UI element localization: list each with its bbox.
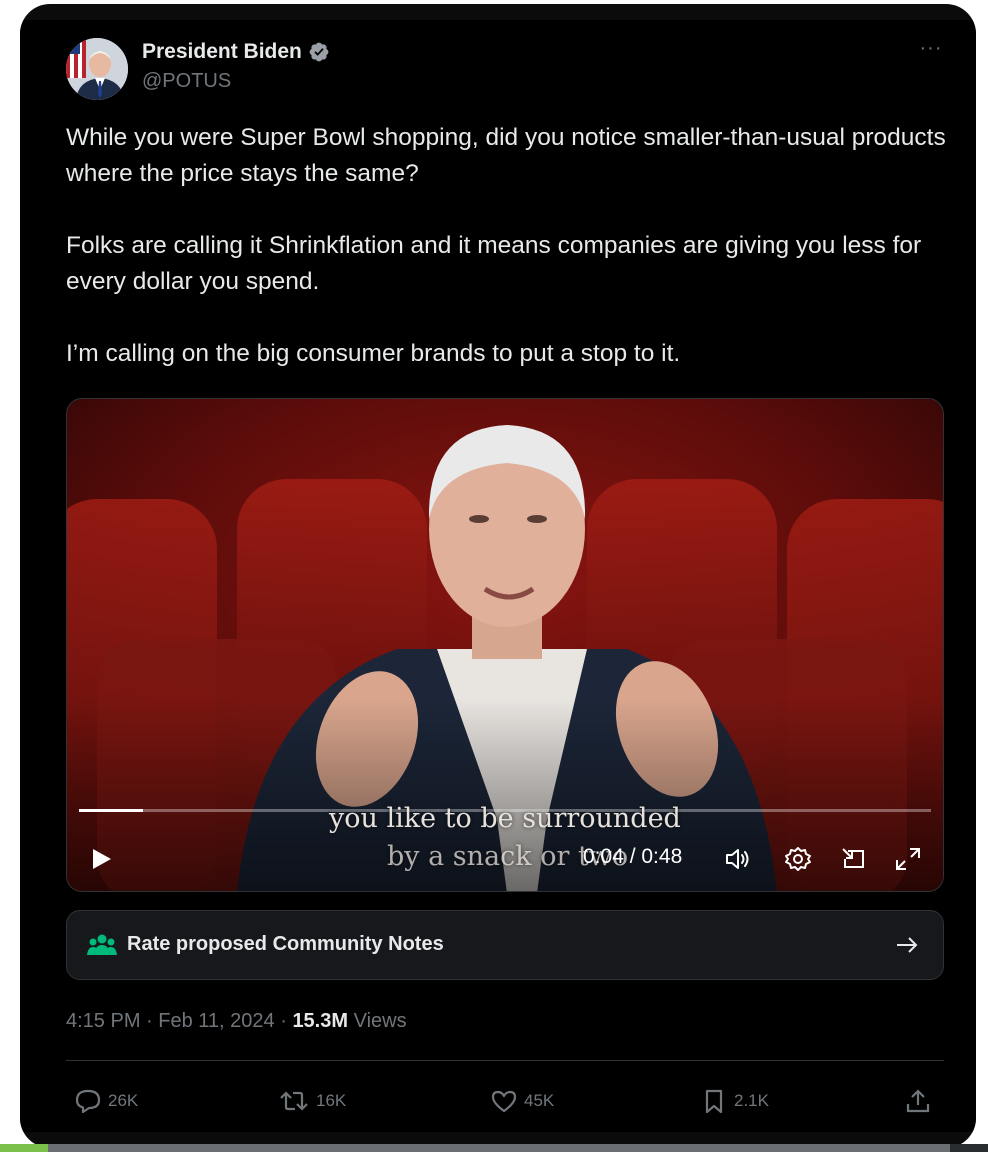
meta-separator: ·	[146, 1010, 159, 1032]
video-player[interactable]: you like to be surrounded by a snack or …	[66, 398, 944, 892]
divider	[66, 1060, 944, 1061]
views-label: Views	[353, 1010, 407, 1032]
author-name[interactable]: President Biden	[142, 40, 302, 64]
avatar-photo	[66, 38, 128, 100]
tweet-meta: 4:15 PM · Feb 11, 2024 · 15.3M Views	[66, 1010, 407, 1033]
like-button[interactable]: 45K	[490, 1086, 554, 1116]
fullscreen-icon[interactable]	[893, 845, 923, 873]
author-name-row[interactable]: President Biden	[142, 38, 330, 66]
share-button[interactable]	[904, 1086, 932, 1116]
bookmark-button[interactable]: 2.1K	[700, 1086, 769, 1116]
page: President Biden @POTUS ··· While you wer…	[0, 0, 988, 1152]
community-notes-button[interactable]: Rate proposed Community Notes	[66, 910, 944, 980]
video-caption-line1: you like to be surrounded	[329, 803, 681, 834]
share-upload-icon	[906, 1089, 930, 1113]
play-icon[interactable]	[87, 845, 115, 873]
bookmark-icon	[705, 1089, 723, 1114]
tweet-paragraph: Folks are calling it Shrinkflation and i…	[66, 232, 922, 295]
meta-separator: ·	[280, 1010, 293, 1032]
tweet-paragraph: While you were Super Bowl shopping, did …	[66, 124, 946, 187]
reply-count: 26K	[108, 1091, 139, 1110]
tweet-paragraph: I’m calling on the big consumer brands t…	[66, 340, 681, 367]
volume-icon[interactable]	[723, 845, 753, 873]
settings-gear-icon[interactable]	[783, 845, 813, 873]
window-bottom-strip	[0, 1144, 988, 1152]
more-options-icon[interactable]: ···	[916, 38, 946, 62]
arrow-right-icon	[897, 937, 918, 953]
community-notes-label: Rate proposed Community Notes	[127, 933, 444, 955]
author-handle[interactable]: @POTUS	[142, 70, 231, 93]
repost-count: 16K	[316, 1091, 347, 1110]
like-count: 45K	[524, 1091, 555, 1110]
tweet-time[interactable]: 4:15 PM	[66, 1010, 140, 1032]
verified-badge-icon	[309, 42, 329, 62]
reply-bubble-icon	[75, 1089, 101, 1114]
bookmark-count: 2.1K	[734, 1091, 769, 1110]
repost-icon	[280, 1091, 308, 1111]
views-count: 15.3M	[292, 1010, 349, 1032]
heart-icon	[491, 1090, 517, 1113]
tweet-card: President Biden @POTUS ··· While you wer…	[20, 4, 976, 1148]
reply-button[interactable]: 26K	[74, 1086, 138, 1116]
repost-button[interactable]: 16K	[278, 1086, 346, 1116]
video-time: 0:04 / 0:48	[583, 845, 683, 868]
community-people-icon	[87, 934, 117, 955]
tweet-text: While you were Super Bowl shopping, did …	[66, 120, 946, 408]
picture-in-picture-icon[interactable]	[839, 845, 869, 873]
tweet-body: President Biden @POTUS ··· While you wer…	[20, 20, 976, 1132]
video-progress-fill	[79, 809, 143, 812]
tweet-date[interactable]: Feb 11, 2024	[158, 1010, 274, 1032]
author-avatar[interactable]	[66, 38, 128, 100]
